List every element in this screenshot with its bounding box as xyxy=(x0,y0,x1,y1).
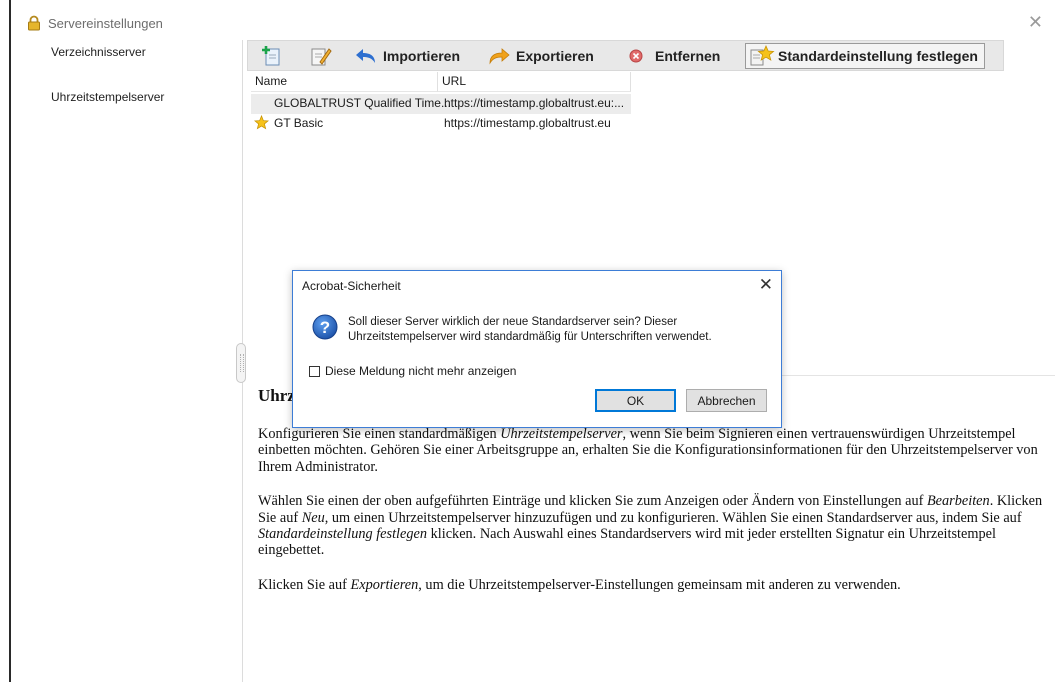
server-name: GLOBALTRUST Qualified Time... xyxy=(274,96,451,110)
new-button[interactable] xyxy=(262,45,282,67)
lock-icon xyxy=(26,15,42,34)
question-icon: ? xyxy=(312,314,338,343)
server-url: https://timestamp.globaltrust.eu:... xyxy=(444,96,625,110)
export-label: Exportieren xyxy=(516,48,594,64)
confirm-dialog: Acrobat-Sicherheit ✕ ? Soll dieser Serve… xyxy=(292,270,782,428)
toolbar: Importieren Exportieren Entfernen Standa… xyxy=(247,40,1004,71)
dialog-title: Acrobat-Sicherheit xyxy=(302,279,401,293)
add-server-icon xyxy=(262,46,280,66)
import-arrow-icon xyxy=(356,49,375,63)
window-title: Servereinstellungen xyxy=(48,16,163,31)
set-default-button[interactable]: Standardeinstellung festlegen xyxy=(745,43,985,69)
title-bar xyxy=(11,0,1055,40)
dialog-message: Soll dieser Server wirklich der neue Sta… xyxy=(348,316,712,343)
help-paragraph: Konfigurieren Sie einen standardmäßigen … xyxy=(258,426,1038,475)
import-label: Importieren xyxy=(383,48,461,64)
cancel-button[interactable]: Abbrechen xyxy=(686,389,767,412)
checkbox-box[interactable] xyxy=(309,365,320,377)
pane-divider xyxy=(782,375,1055,376)
grip-icon xyxy=(240,354,244,372)
server-name: GT Basic xyxy=(274,116,324,130)
import-button[interactable]: Importieren xyxy=(355,45,460,67)
checkbox-label: Diese Meldung nicht mehr anzeigen xyxy=(325,364,517,378)
export-button[interactable]: Exportieren xyxy=(488,45,594,67)
set-default-label: Standardeinstellung festlegen xyxy=(778,48,978,64)
server-url: https://timestamp.globaltrust.eu xyxy=(444,116,611,130)
remove-button[interactable]: Entfernen xyxy=(629,45,720,67)
edit-button[interactable] xyxy=(310,45,332,67)
column-header-url[interactable]: URL xyxy=(438,72,631,92)
pane-splitter-handle[interactable] xyxy=(236,343,246,383)
dialog-close-icon[interactable]: ✕ xyxy=(759,275,773,295)
sidebar-item-verzeichnisserver[interactable]: Verzeichnisserver xyxy=(51,45,146,59)
close-icon[interactable]: ✕ xyxy=(1028,12,1043,33)
svg-text:?: ? xyxy=(320,318,330,337)
remove-icon xyxy=(629,49,643,63)
default-star-icon xyxy=(253,114,270,133)
table-row[interactable]: GT Basic https://timestamp.globaltrust.e… xyxy=(251,114,631,134)
help-paragraph: Klicken Sie auf Exportieren, um die Uhrz… xyxy=(258,576,901,593)
ok-button[interactable]: OK xyxy=(595,389,676,412)
help-paragraph: Wählen Sie einen der oben aufgeführten E… xyxy=(258,493,1043,559)
sidebar xyxy=(11,40,243,682)
export-arrow-icon xyxy=(489,48,510,65)
sidebar-item-uhrzeitstempelserver[interactable]: Uhrzeitstempelserver xyxy=(51,90,164,104)
edit-icon xyxy=(311,48,332,66)
set-default-star-icon xyxy=(750,45,775,66)
remove-label: Entfernen xyxy=(655,48,721,64)
table-row[interactable]: GLOBALTRUST Qualified Time... https://ti… xyxy=(251,94,631,114)
dont-show-again-checkbox[interactable]: Diese Meldung nicht mehr anzeigen xyxy=(309,364,516,378)
column-header-name[interactable]: Name xyxy=(251,72,438,92)
